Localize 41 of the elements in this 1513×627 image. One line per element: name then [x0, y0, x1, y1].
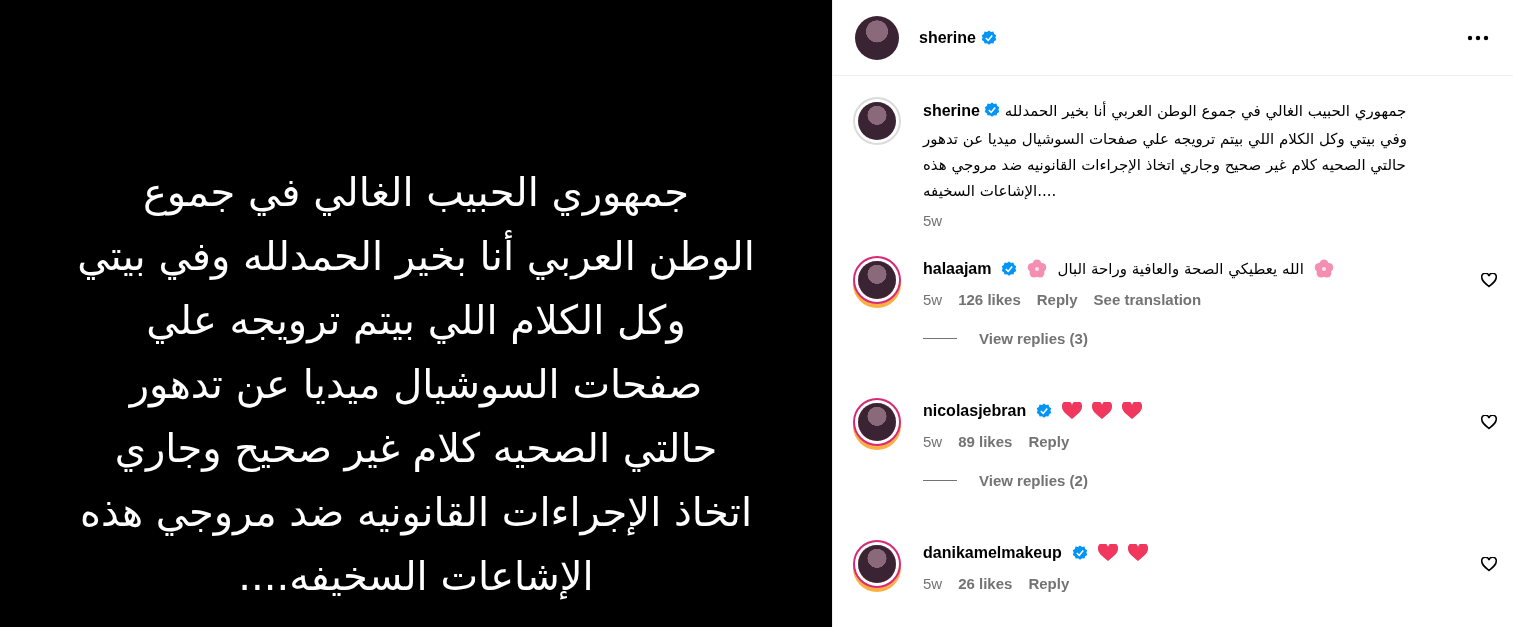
timestamp: 5w: [923, 575, 943, 592]
heart-icon: [1127, 544, 1148, 562]
view-replies-button[interactable]: View replies (2): [979, 472, 1088, 489]
heart-outline-icon: [1481, 415, 1497, 430]
username-link[interactable]: halaajam: [923, 260, 992, 278]
heart-outline-icon: [1481, 557, 1497, 572]
image-text-line: الإشاعات السخيفه....: [238, 552, 594, 602]
image-text-line: صفحات السوشيال ميديا عن تدهور: [129, 360, 703, 410]
heart-outline-icon: [1481, 273, 1497, 288]
image-text-line: الوطن العربي أنا بخير الحمدلله وفي بيتي: [77, 224, 755, 288]
translation-link[interactable]: See translation: [1093, 291, 1202, 308]
username-link[interactable]: danikamelmakeup: [923, 544, 1062, 562]
heart-icon: [1062, 402, 1083, 420]
username-link[interactable]: nicolasjebran: [923, 402, 1027, 420]
more-icon: [1467, 34, 1489, 41]
timestamp: 5w: [923, 212, 943, 229]
view-replies-button[interactable]: View replies (3): [979, 330, 1088, 347]
image-text-line: جمهوري الحبيب الغالي في جموع: [142, 168, 690, 218]
reply-button[interactable]: Reply: [1028, 575, 1070, 592]
likes-count[interactable]: 89 likes: [958, 433, 1013, 450]
comment-text: الله يعطيكي الصحة والعافية وراحة البال: [1057, 260, 1304, 278]
image-text-line: حالتي الصحيه كلام غير صحيح وجاري: [114, 424, 718, 474]
timestamp: 5w: [923, 291, 943, 308]
username-link[interactable]: sherine: [919, 28, 976, 47]
avatar[interactable]: [855, 15, 899, 60]
likes-count[interactable]: 26 likes: [958, 575, 1013, 592]
image-text-line: اتخاذ الإجراءات القانونيه ضد مروجي هذه: [79, 488, 753, 538]
heart-icon: [1092, 402, 1113, 420]
like-button[interactable]: [1481, 415, 1497, 430]
flower-icon: [1313, 259, 1334, 279]
heart-icon: [1097, 544, 1118, 562]
like-button[interactable]: [1481, 557, 1497, 572]
image-text-line: وكل الكلام اللي بيتم ترويجه علي: [146, 296, 686, 346]
reply-button[interactable]: Reply: [1036, 291, 1078, 308]
reply-button[interactable]: Reply: [1028, 433, 1070, 450]
like-button[interactable]: [1481, 273, 1497, 288]
username-link[interactable]: sherine: [923, 102, 980, 119]
flower-icon: [1027, 259, 1048, 279]
timestamp: 5w: [923, 433, 943, 450]
heart-icon: [1122, 402, 1143, 420]
likes-count[interactable]: 126 likes: [958, 291, 1021, 308]
